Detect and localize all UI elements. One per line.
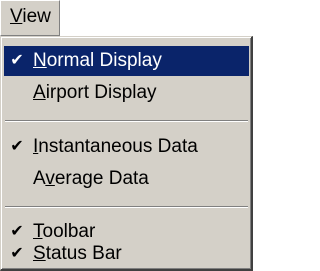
view-menu-label: View [10,6,51,27]
menu-item-label: Normal Display [33,50,162,71]
menu-item-label: Airport Display [33,82,157,103]
view-menu-button[interactable]: View [0,0,60,36]
menu-item-normal-display[interactable]: ✔ Normal Display [4,46,249,76]
menu-item-label: Instantaneous Data [33,136,198,157]
menu-separator [5,206,248,208]
menu-item-airport-display[interactable]: Airport Display [4,78,249,108]
view-dropdown-menu: ✔ Normal Display Airport Display ✔ Insta… [0,36,253,271]
menu-item-status-bar[interactable]: ✔ Status Bar [4,239,249,269]
menu-item-label: Average Data [33,168,149,189]
menu-item-instantaneous-data[interactable]: ✔ Instantaneous Data [4,132,249,162]
checkmark-icon: ✔ [10,138,24,155]
menu-separator [5,120,248,122]
menu-item-average-data[interactable]: Average Data [4,164,249,194]
checkmark-icon: ✔ [10,52,24,69]
menu-item-label: Status Bar [33,243,122,264]
checkmark-icon: ✔ [10,245,24,262]
